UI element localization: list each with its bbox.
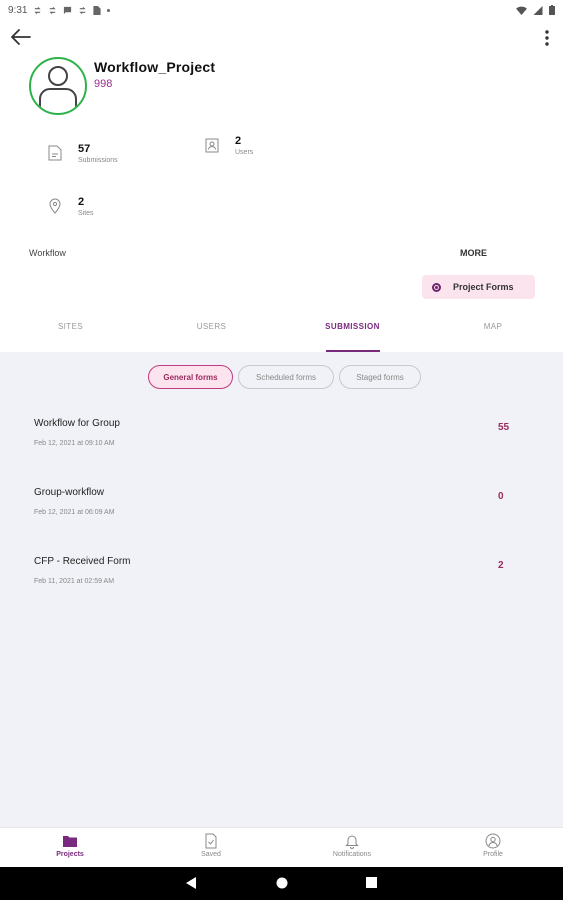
form-count: 2 <box>498 560 504 571</box>
form-title: Group-workflow <box>34 487 105 498</box>
form-date: Feb 11, 2021 at 02:59 AM <box>34 578 115 585</box>
tab-submission[interactable]: SUBMISSION <box>282 316 423 352</box>
form-title: CFP - Received Form <box>34 556 131 567</box>
signal-icon <box>533 5 543 15</box>
bottom-navigation: Projects Saved Notifications Profile <box>0 827 563 868</box>
back-triangle-icon[interactable] <box>186 877 197 889</box>
avatar <box>29 57 87 115</box>
form-list-item[interactable]: Group-workflow Feb 12, 2021 at 06:09 AM … <box>0 487 563 537</box>
status-left: 9:31 <box>8 4 111 16</box>
tab-users[interactable]: USERS <box>141 316 282 352</box>
project-forms-label: Project Forms <box>453 282 514 292</box>
sim-icon <box>93 5 102 15</box>
status-time: 9:31 <box>8 4 28 16</box>
form-list-item[interactable]: Workflow for Group Feb 12, 2021 at 09:10… <box>0 418 563 468</box>
status-bar: 9:31 <box>0 0 563 20</box>
nav-profile[interactable]: Profile <box>443 833 543 858</box>
radio-selected-icon <box>432 282 441 292</box>
tab-bar: SITES USERS SUBMISSION MAP <box>0 316 563 352</box>
nav-notifications[interactable]: Notifications <box>302 833 402 858</box>
workflow-label: Workflow <box>29 248 66 258</box>
saved-doc-icon <box>205 833 217 849</box>
filter-general-forms[interactable]: General forms <box>148 365 233 389</box>
bell-icon <box>345 835 359 849</box>
folder-icon <box>63 836 77 847</box>
stat-users: 2 Users <box>205 135 253 156</box>
more-vert-icon[interactable] <box>543 28 551 48</box>
nav-label: Notifications <box>332 851 372 858</box>
sync-icon <box>49 6 57 14</box>
stat-submissions: 57 Submissions <box>48 143 118 164</box>
form-title: Workflow for Group <box>34 418 120 429</box>
dot-icon <box>107 8 111 12</box>
more-button[interactable]: MORE <box>460 248 487 258</box>
system-navigation-bar <box>0 867 563 900</box>
location-pin-icon <box>49 198 61 214</box>
nav-label: Projects <box>56 851 84 858</box>
battery-icon <box>549 5 555 15</box>
filter-staged-forms[interactable]: Staged forms <box>339 365 421 389</box>
form-count: 55 <box>498 422 510 433</box>
sync-icon <box>79 6 87 14</box>
tab-map[interactable]: MAP <box>423 316 563 352</box>
stat-label: Submissions <box>78 157 118 164</box>
nav-saved[interactable]: Saved <box>161 833 261 858</box>
stat-value: 57 <box>78 143 91 155</box>
stat-value: 2 <box>235 135 242 147</box>
wifi-icon <box>516 6 527 15</box>
stat-value: 2 <box>78 196 85 208</box>
person-icon <box>39 66 77 113</box>
project-forms-button[interactable]: Project Forms <box>422 275 535 299</box>
filter-scheduled-forms[interactable]: Scheduled forms <box>238 365 334 389</box>
submission-panel: General forms Scheduled forms Staged for… <box>0 352 563 827</box>
stat-label: Sites <box>78 210 94 217</box>
message-icon <box>64 6 72 14</box>
user-card-icon <box>205 138 219 153</box>
stat-label: Users <box>235 149 254 156</box>
app-screen: 9:31 Workflow_Project 998 57 Submissions… <box>0 0 563 900</box>
sync-icon <box>34 6 42 14</box>
nav-label: Profile <box>483 851 503 858</box>
stat-sites: 2 Sites <box>48 196 94 217</box>
tab-sites[interactable]: SITES <box>0 316 141 352</box>
form-count: 0 <box>498 491 504 502</box>
profile-icon <box>485 833 501 849</box>
form-date: Feb 12, 2021 at 06:09 AM <box>34 509 115 516</box>
recents-square-icon[interactable] <box>366 877 377 888</box>
form-date: Feb 12, 2021 at 09:10 AM <box>34 440 115 447</box>
project-id: 998 <box>94 78 113 90</box>
arrow-back-icon[interactable] <box>10 28 32 46</box>
home-circle-icon[interactable] <box>276 877 288 889</box>
project-name: Workflow_Project <box>94 59 216 75</box>
nav-projects[interactable]: Projects <box>20 833 120 858</box>
form-list-item[interactable]: CFP - Received Form Feb 11, 2021 at 02:5… <box>0 556 563 606</box>
nav-label: Saved <box>201 851 221 858</box>
document-icon <box>48 145 62 161</box>
status-right <box>516 5 555 15</box>
